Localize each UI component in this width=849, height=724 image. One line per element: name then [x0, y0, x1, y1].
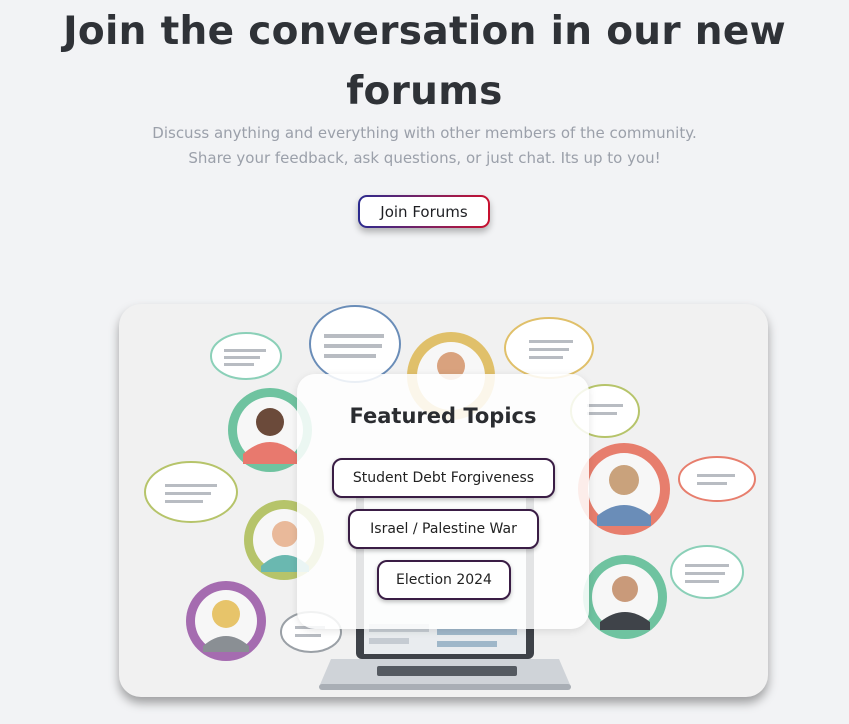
page-subtitle: Discuss anything and everything with oth…	[60, 121, 789, 171]
subtitle-line-2: Share your feedback, ask questions, or j…	[188, 149, 661, 167]
forums-promo-page: Join the conversation in our new forums …	[0, 0, 849, 724]
topic-button-israel-palestine[interactable]: Israel / Palestine War	[348, 509, 539, 549]
topic-button-election-2024[interactable]: Election 2024	[377, 560, 511, 600]
featured-topics-title: Featured Topics	[349, 404, 537, 428]
topic-button-student-debt[interactable]: Student Debt Forgiveness	[332, 458, 555, 498]
page-title: Join the conversation in our new forums	[63, 9, 786, 114]
featured-topics-panel: Featured Topics Student Debt Forgiveness…	[297, 374, 589, 629]
join-forums-button[interactable]: Join Forums	[358, 195, 490, 228]
subtitle-line-1: Discuss anything and everything with oth…	[152, 124, 697, 142]
